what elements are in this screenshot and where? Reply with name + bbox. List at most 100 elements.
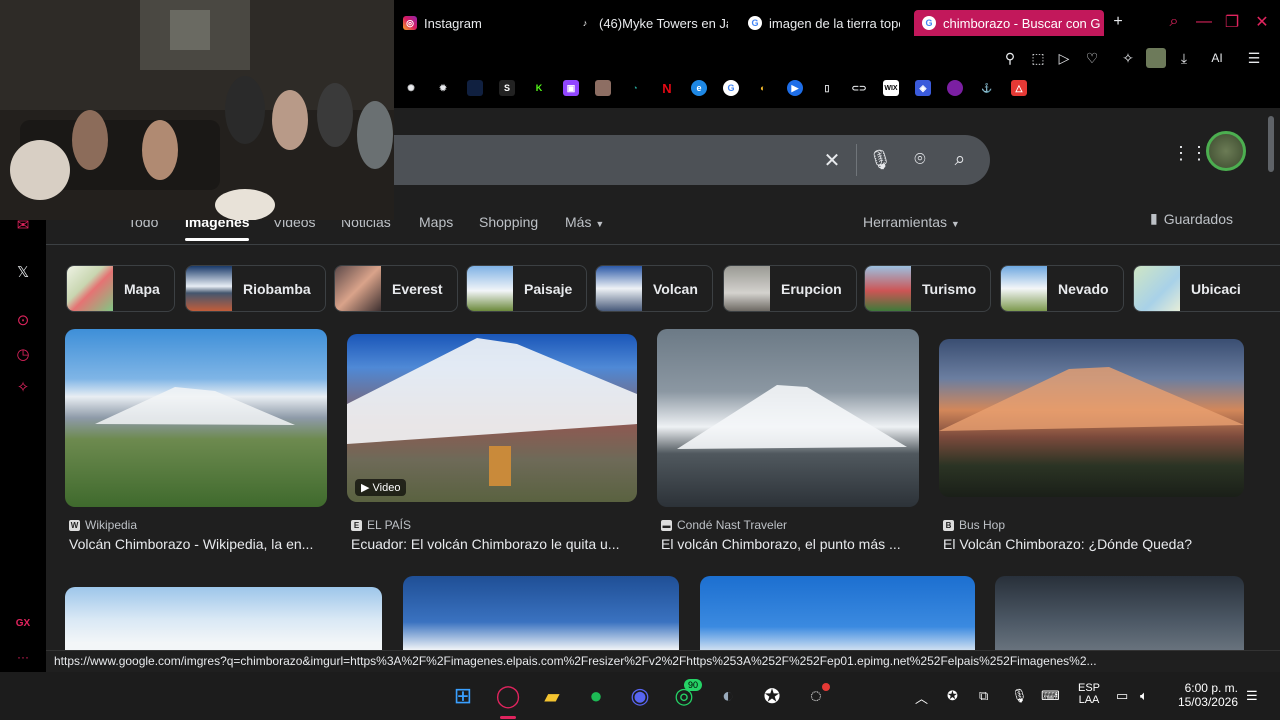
chart-bookmark-icon[interactable]: ◔ <box>627 80 643 96</box>
opera-gx-icon[interactable]: ◯ <box>493 681 523 711</box>
link-bookmark-icon[interactable]: ⊂⊃ <box>851 80 867 96</box>
chip-paisaje[interactable]: Paisaje <box>466 265 588 312</box>
saved-button[interactable]: ▮ Guardados <box>1150 210 1233 227</box>
document-bookmark-icon[interactable]: ▯ <box>819 80 835 96</box>
page-scrollbar[interactable] <box>1268 116 1274 172</box>
tray-app-icon[interactable]: ✪ <box>947 688 958 704</box>
twitch-bookmark-icon[interactable]: ▣ <box>563 80 579 96</box>
tab-imagen-tierra[interactable]: G imagen de la tierra topo <box>748 10 900 36</box>
tab-instagram[interactable]: ◎ Instagram <box>403 10 563 36</box>
result-image-elpais[interactable]: ▶ Video <box>347 334 637 502</box>
clear-search-icon[interactable]: ✕ <box>820 148 844 172</box>
mountain-illustration <box>347 338 637 486</box>
tools-button[interactable]: Herramientas ▼ <box>863 214 960 230</box>
extensions-sidebar-icon[interactable]: ✧ <box>12 376 34 398</box>
chip-nevado[interactable]: Nevado <box>1000 265 1124 312</box>
s-bookmark-icon[interactable]: S <box>499 80 515 96</box>
new-tab-button[interactable]: + <box>1108 12 1128 32</box>
gx-label[interactable]: GX <box>12 612 34 634</box>
history-icon[interactable]: ◷ <box>12 343 34 365</box>
search-tabs-icon[interactable]: ⌕ <box>1164 12 1184 32</box>
language-indicator[interactable]: ESP LAA <box>1074 682 1104 706</box>
chip-volcan[interactable]: Volcan <box>595 265 713 312</box>
tab-maps[interactable]: Maps <box>419 214 453 230</box>
chip-everest[interactable]: Everest <box>334 265 458 312</box>
menu-icon[interactable]: ☰ <box>1244 48 1264 68</box>
red-bookmark-icon[interactable]: △ <box>1011 80 1027 96</box>
chip-turismo[interactable]: Turismo <box>864 265 992 312</box>
result-image-wikipedia[interactable] <box>65 329 327 507</box>
chip-label: Turismo <box>922 280 977 297</box>
extensions-icon[interactable]: ✧ <box>1118 48 1138 68</box>
browser-window: ◎ Instagram ♪ (46)Myke Towers en Ja G im… <box>0 0 1280 672</box>
webcam-overlay <box>0 0 394 220</box>
notifications-icon[interactable]: ☰ <box>1246 688 1258 704</box>
profile-thumb-icon[interactable] <box>1146 48 1166 68</box>
edge-bookmark-icon[interactable]: e <box>691 80 707 96</box>
play-bookmark-icon[interactable]: ▶ <box>787 80 803 96</box>
result-title[interactable]: El Volcán Chimborazo: ¿Dónde Queda? <box>943 536 1243 552</box>
wix-bookmark-icon[interactable]: WIX <box>883 80 899 96</box>
search-icon[interactable]: ⌕ <box>948 148 972 172</box>
result-image-bus-hop[interactable] <box>939 339 1244 497</box>
openai-bookmark-icon[interactable]: ✺ <box>403 80 419 96</box>
result-image-conde-nast[interactable] <box>657 329 919 507</box>
bug-bookmark-icon[interactable]: ✹ <box>435 80 451 96</box>
shield-bookmark-icon[interactable]: ◈ <box>915 80 931 96</box>
netflix-bookmark-icon[interactable]: N <box>659 80 675 96</box>
purple-bookmark-icon[interactable] <box>947 80 963 96</box>
lang-top: ESP <box>1077 682 1100 694</box>
apps-grid-icon[interactable]: ⋮⋮ <box>1172 143 1208 163</box>
play-icon[interactable]: ▷ <box>1054 48 1074 68</box>
ubicacion-thumb <box>1134 266 1180 311</box>
tray-chevron-icon[interactable]: ︿ <box>915 688 928 707</box>
windows-start-icon[interactable]: ⊞ <box>448 681 478 711</box>
tab-chimborazo[interactable]: G chimborazo - Buscar con G <box>914 10 1104 36</box>
result-source: E EL PAÍS <box>351 518 411 532</box>
pin-icon[interactable]: ⚲ <box>1000 48 1020 68</box>
download-icon[interactable]: ⤓ <box>1174 48 1194 68</box>
minimize-button[interactable]: — <box>1194 12 1214 32</box>
mountain-illustration <box>95 387 295 425</box>
anchor-bookmark-icon[interactable]: ⚓ <box>979 80 995 96</box>
keyboard-icon[interactable]: ⌨ <box>1041 688 1060 704</box>
result-title[interactable]: El volcán Chimborazo, el punto más ... <box>661 536 919 552</box>
tray-capture-icon[interactable]: ⧉ <box>979 688 988 704</box>
tab-mas[interactable]: Más ▼ <box>565 214 604 230</box>
more-sidebar-icon[interactable]: ··· <box>12 646 34 668</box>
close-window-button[interactable]: ✕ <box>1252 12 1272 32</box>
chip-mapa[interactable]: Mapa <box>66 265 175 312</box>
photo-bookmark-icon[interactable] <box>595 80 611 96</box>
tab-tiktok[interactable]: ♪ (46)Myke Towers en Ja <box>578 10 728 36</box>
tray-mic-icon[interactable]: 🎙︎ <box>1011 688 1028 704</box>
file-explorer-icon[interactable]: ▰ <box>537 681 567 711</box>
riobamba-thumb <box>186 266 232 311</box>
account-avatar[interactable] <box>1206 131 1246 171</box>
restore-button[interactable]: ❐ <box>1222 12 1242 32</box>
chip-riobamba[interactable]: Riobamba <box>185 265 326 312</box>
google-bookmark-icon[interactable]: G <box>723 80 739 96</box>
heart-icon[interactable]: ♡ <box>1082 48 1102 68</box>
player-icon[interactable]: ⊙ <box>12 309 34 331</box>
chip-ubicacion[interactable]: Ubicaci <box>1133 265 1280 312</box>
search-box[interactable]: ✕ 🎙︎ ⌾ ⌕ <box>394 135 990 185</box>
steam-icon[interactable]: ◐ <box>713 681 743 711</box>
crescent-bookmark-icon[interactable]: ◐ <box>755 80 771 96</box>
network-icon[interactable]: ▭ <box>1116 688 1128 704</box>
x-twitter-icon[interactable]: 𝕏 <box>12 261 34 283</box>
tab-shopping[interactable]: Shopping <box>479 214 538 230</box>
clock[interactable]: 6:00 p. m. 15/03/2026 <box>1168 681 1238 709</box>
ai-button[interactable]: AI <box>1202 48 1232 68</box>
microphone-icon[interactable]: 🎙︎ <box>868 148 892 172</box>
spotify-icon[interactable]: ● <box>581 681 611 711</box>
volume-icon[interactable]: 🔈︎ <box>1140 688 1148 704</box>
chip-erupcion[interactable]: Erupcion <box>723 265 857 312</box>
lens-camera-icon[interactable]: ⌾ <box>908 148 932 172</box>
discord-icon[interactable]: ◉ <box>625 681 655 711</box>
kick-bookmark-icon[interactable]: K <box>531 80 547 96</box>
snapshot-icon[interactable]: ⬚ <box>1028 48 1048 68</box>
result-title[interactable]: Ecuador: El volcán Chimborazo le quita u… <box>351 536 637 552</box>
obs-icon[interactable]: ✪ <box>757 681 787 711</box>
result-title[interactable]: Volcán Chimborazo - Wikipedia, la en... <box>69 536 327 552</box>
dark-bookmark-icon[interactable] <box>467 80 483 96</box>
